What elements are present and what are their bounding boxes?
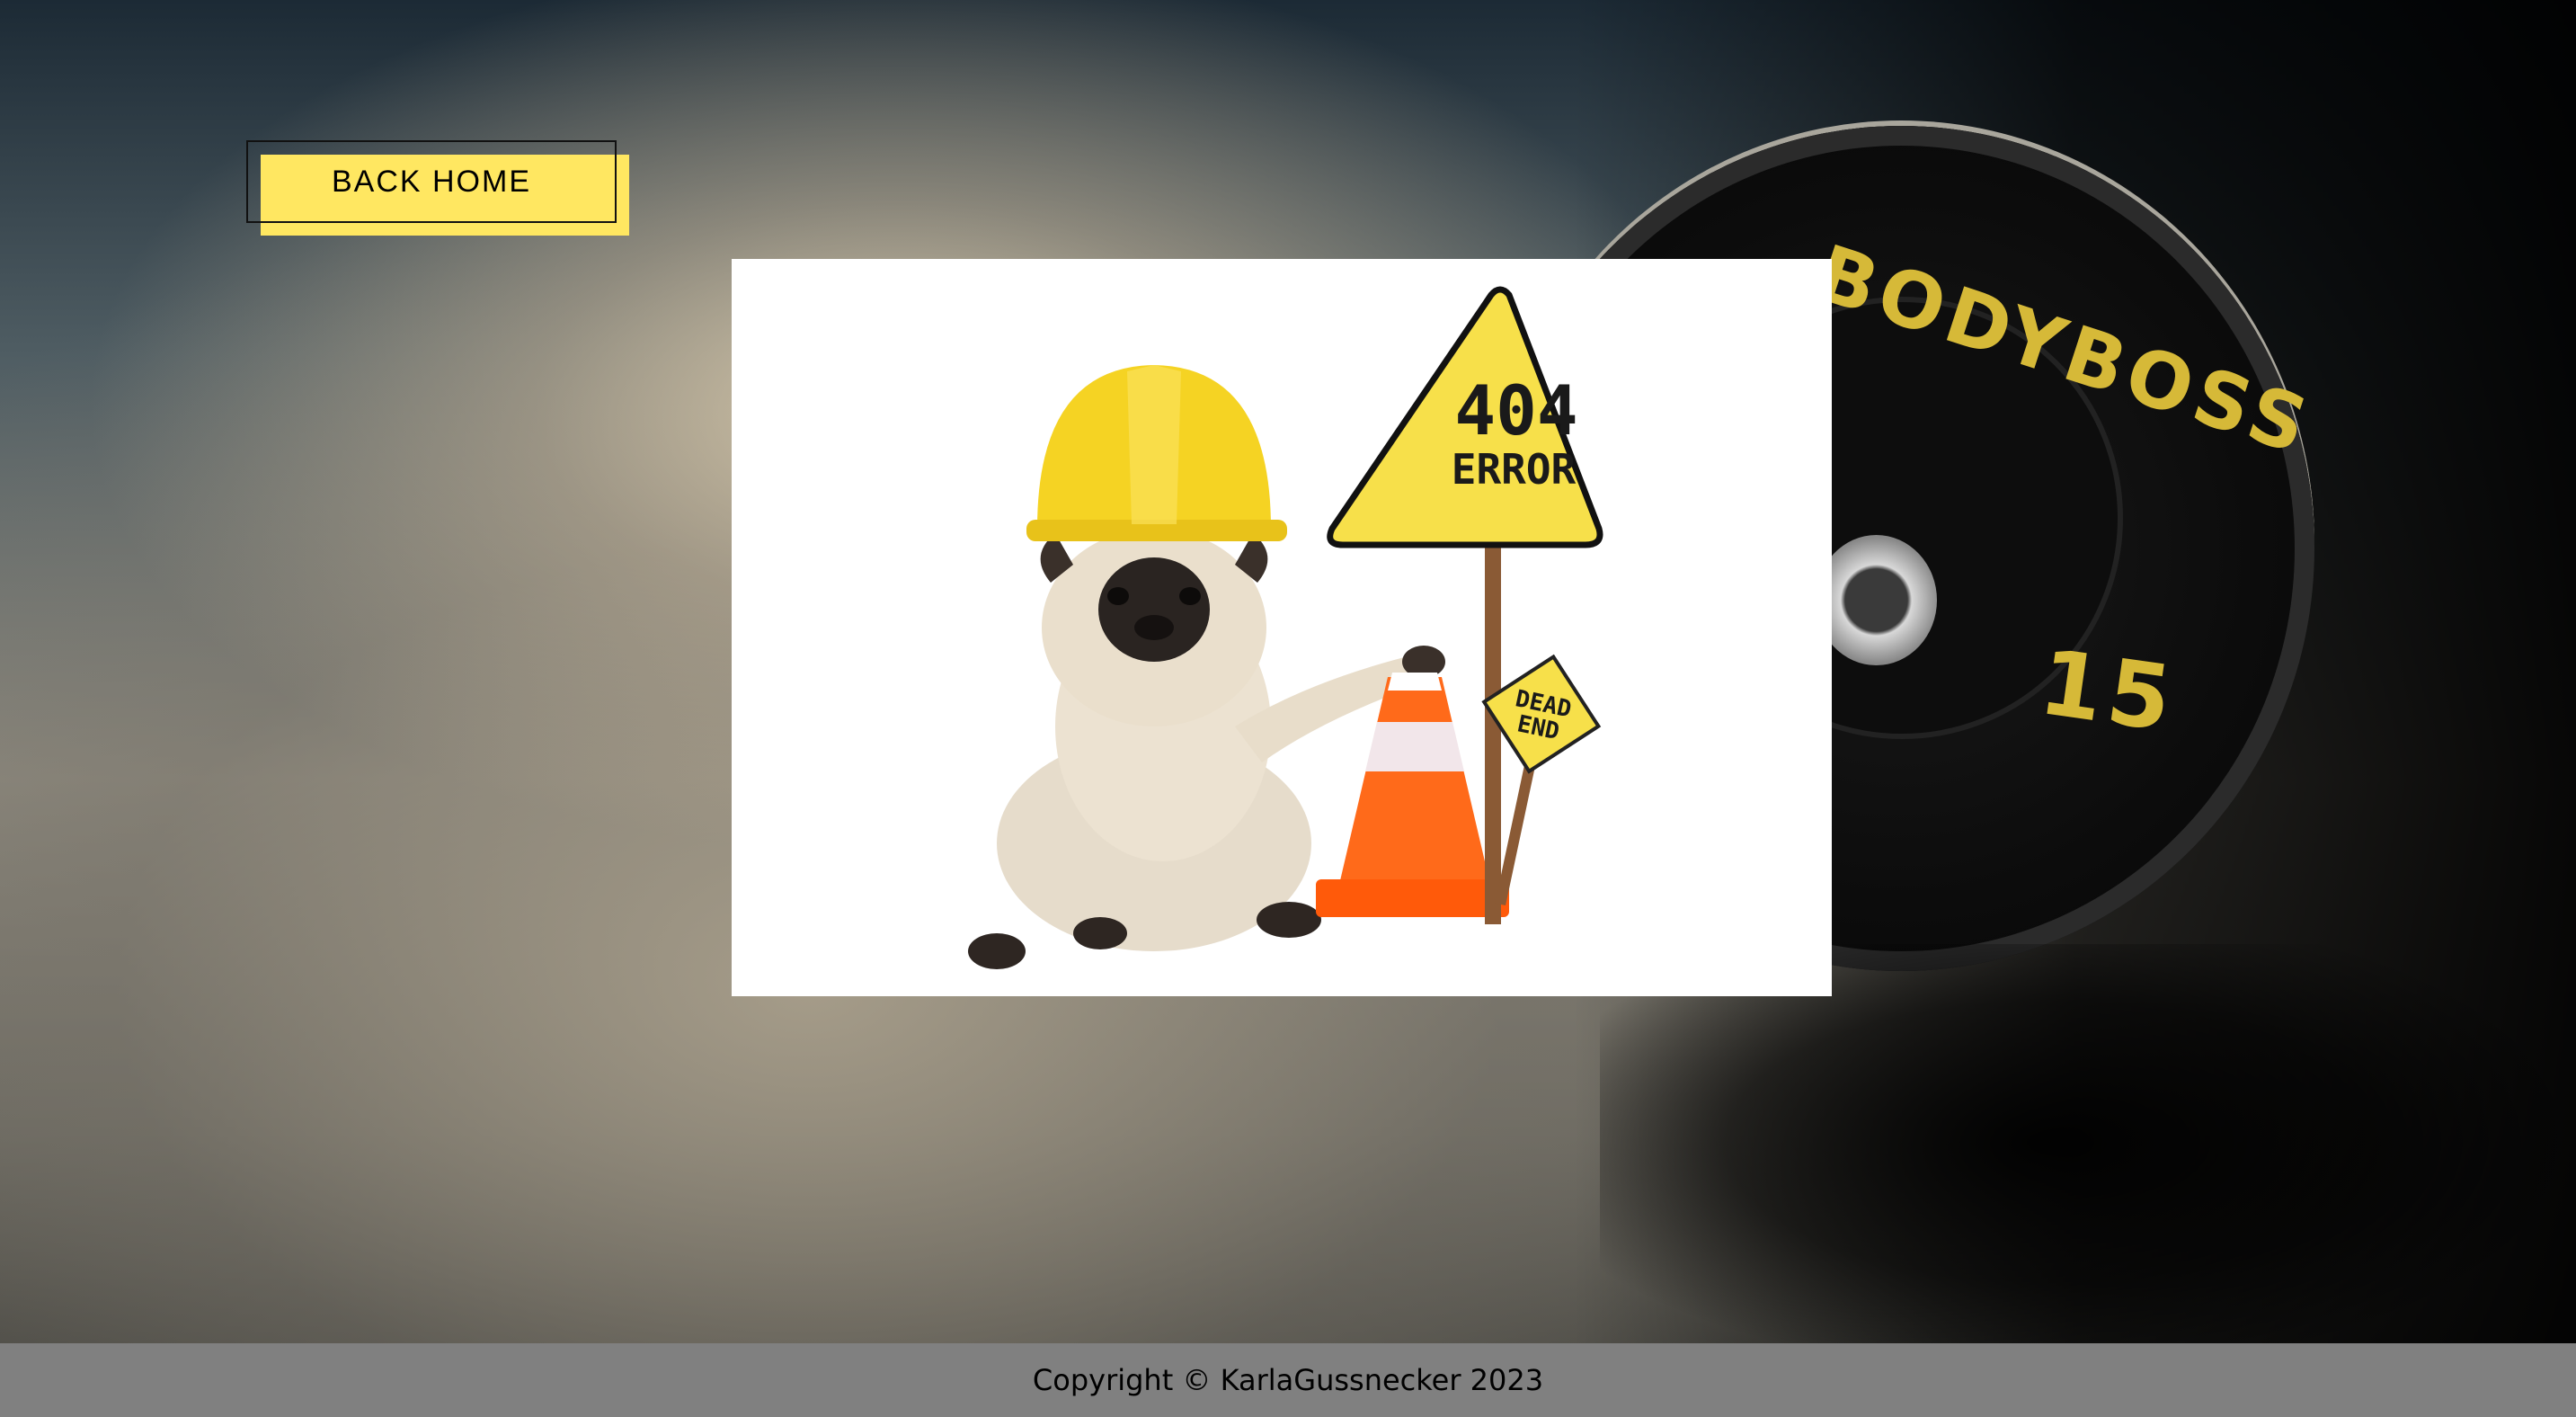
hard-hat-icon [1026,365,1287,541]
back-home-label: BACK HOME [331,164,532,199]
back-home-wrapper: BACK HOME [246,140,629,236]
plate-weight-text: 15 [2033,629,2183,753]
sign-error-text: ERROR [1452,445,1577,494]
error-404-illustration: 404 ERROR DEAD END [732,259,1832,996]
error-404-page: BODYBOSS 15 BACK HOME 404 ERROR DEAD END… [0,0,2576,1417]
floor-shadow [1600,944,2576,1358]
weight-plate-hub [1816,535,1937,665]
pug-construction-illustration: 404 ERROR DEAD END [968,286,1603,969]
error-sign-icon: 404 ERROR [1327,286,1603,548]
footer: Copyright © KarlaGussnecker 2023 [0,1343,2576,1417]
sign-404-text: 404 [1454,370,1577,450]
back-home-button[interactable]: BACK HOME [246,140,617,223]
copyright-text: Copyright © KarlaGussnecker 2023 [1032,1363,1544,1397]
